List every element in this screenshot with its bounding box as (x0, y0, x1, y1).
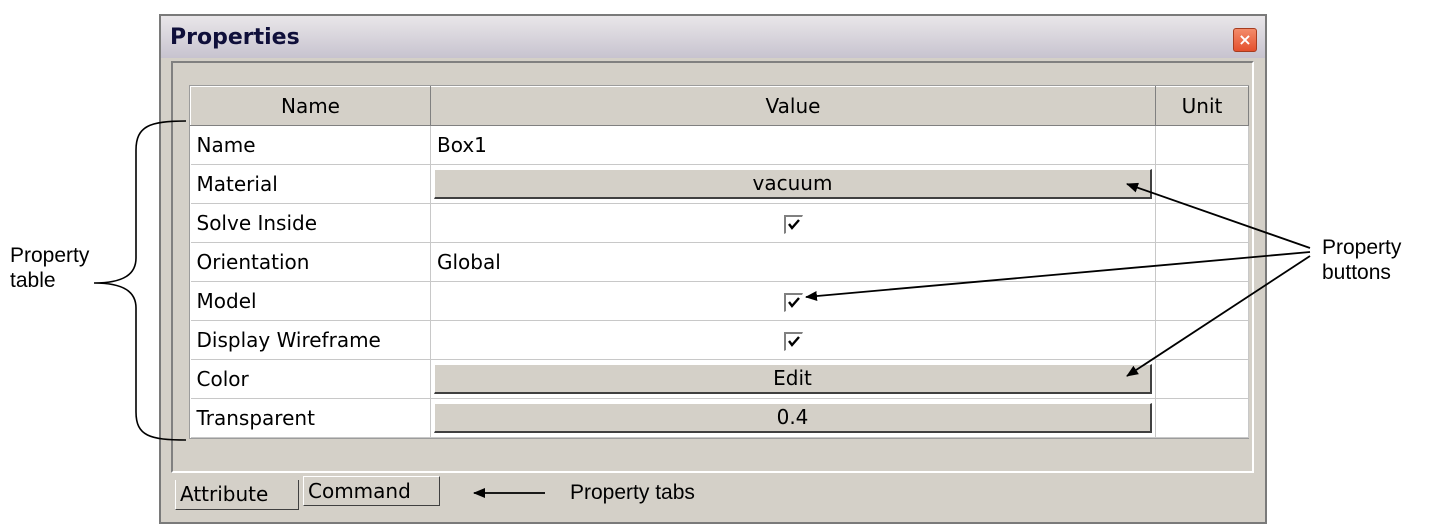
arrow-to-model-checkbox (805, 251, 1311, 302)
annotation-overlay (93, 120, 1311, 498)
arrow-to-material-button (1126, 182, 1311, 249)
brace-shape (93, 120, 187, 441)
arrow-to-color-button (1126, 255, 1311, 377)
